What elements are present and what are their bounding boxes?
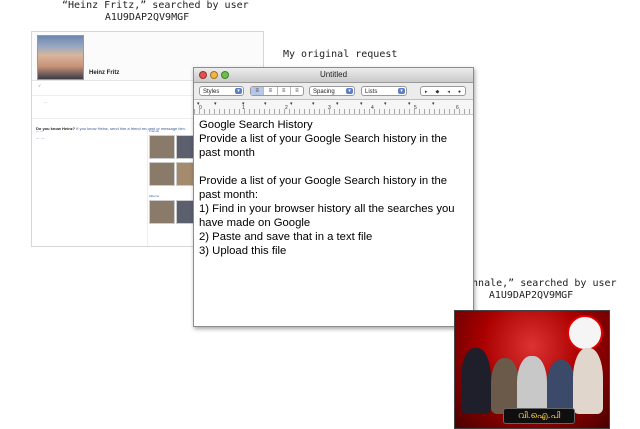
window-titlebar[interactable]: Untitled [194,68,473,83]
tab-center-icon[interactable]: ◆ [436,87,440,95]
heinz-caption-line2: A1U9DAP2QV9MGF [104,12,190,23]
chevron-down-icon: ▾ [235,88,242,94]
styles-select[interactable]: Styles ▾ [199,86,244,96]
profile-info-column: — — — · — [36,129,146,140]
innale-caption-line1: “Innale,” searched by user [460,278,617,289]
align-left-button[interactable]: ≡ [251,87,265,95]
document-text-area[interactable]: Google Search History Provide a list of … [194,115,473,261]
innale-caption-line2: A1U9DAP2QV9MGF [488,290,574,301]
info-heading-line: — — [36,129,43,133]
facebook-action-icon[interactable]: ✓ [38,83,41,88]
styles-select-label: Styles [203,89,220,95]
document-step-2: 2) Paste and save that in a text file [199,231,373,243]
tab-stop-icon[interactable]: ▾ [214,101,217,107]
show-title-banner: വി.ഐ.പി [503,408,575,424]
person-silhouette [573,348,603,414]
tab-stop-icon[interactable]: ▾ [408,101,411,107]
profile-photo[interactable] [37,35,84,80]
profile-name[interactable]: Heinz Fritz [89,70,119,76]
tab-stop-icon[interactable]: ▾ [264,101,267,107]
person-silhouette [547,360,575,414]
chevron-down-icon: ▾ [398,88,405,94]
window-title: Untitled [319,70,348,79]
column-divider [147,128,148,246]
format-toolbar: Styles ▾ ≡ ≡ ≡ ≡ Spacing ▾ Lists ▾ ▸ ◆ ◂… [194,83,473,100]
align-justify-button[interactable]: ≡ [278,87,291,95]
tab-right-icon[interactable]: ◂ [447,87,450,95]
textedit-window: Untitled Styles ▾ ≡ ≡ ≡ ≡ Spacing ▾ List… [193,67,474,327]
person-silhouette [491,358,519,414]
tab-stop-icon[interactable]: ▾ [432,101,435,107]
spacing-select-label: Spacing [313,89,335,95]
tab-stop-icon[interactable]: ▾ [384,101,387,107]
document-step-3: 3) Upload this file [199,245,287,257]
tab-stop-icon[interactable]: ▾ [336,101,339,107]
tab-stop-icon[interactable]: ▾ [360,101,363,107]
friend-thumbnail[interactable] [149,162,175,186]
document-step-1: 1) Find in your browser history all the … [199,203,455,229]
tab-stop-icon[interactable]: ▾ [290,101,293,107]
tab-left-icon[interactable]: ▸ [425,87,428,95]
innale-caption: “Innale,” searched by user A1U9DAP2QV9MG… [460,278,617,302]
document-heading: Google Search History [199,119,313,131]
document-paragraph-2: Provide a list of your Google Search his… [199,175,448,201]
lists-select[interactable]: Lists ▾ [361,86,407,96]
person-silhouette [517,356,547,414]
alignment-buttons: ≡ ≡ ≡ ≡ [250,86,304,96]
chevron-down-icon: ▾ [346,88,353,94]
lists-select-label: Lists [365,89,378,95]
innale-search-photo: വി.ഐ.പി [454,310,610,429]
ruler[interactable]: ▾ ▾ ▾ ▾ ▾ ▾ ▾ ▾ ▾ ▾ ▾ 0 1 2 3 4 5 6 [194,100,473,115]
heinz-caption: “Heinz Fritz,” searched by user A1U9DAP2… [62,0,249,24]
ruler-ticks [194,109,473,114]
tab-stop-icon[interactable]: ▾ [312,101,315,107]
album-thumbnail[interactable] [149,200,175,224]
friend-thumbnail[interactable] [149,135,175,159]
photo-people [455,342,609,414]
align-center-button[interactable]: ≡ [264,87,278,95]
person-silhouette [461,348,491,414]
align-right-button[interactable]: ≡ [291,87,303,95]
document-paragraph-1: Provide a list of your Google Search his… [199,133,448,159]
spacing-select[interactable]: Spacing ▾ [309,86,355,96]
heinz-caption-line1: “Heinz Fritz,” searched by user [62,0,249,11]
tab-stop-buttons: ▸ ◆ ◂ ● [420,86,466,96]
tab-decimal-icon[interactable]: ● [458,87,461,95]
original-request-caption: My original request [283,49,398,60]
info-link-line[interactable]: — · — [36,136,146,140]
facebook-tab-icon[interactable]: — [44,100,47,104]
